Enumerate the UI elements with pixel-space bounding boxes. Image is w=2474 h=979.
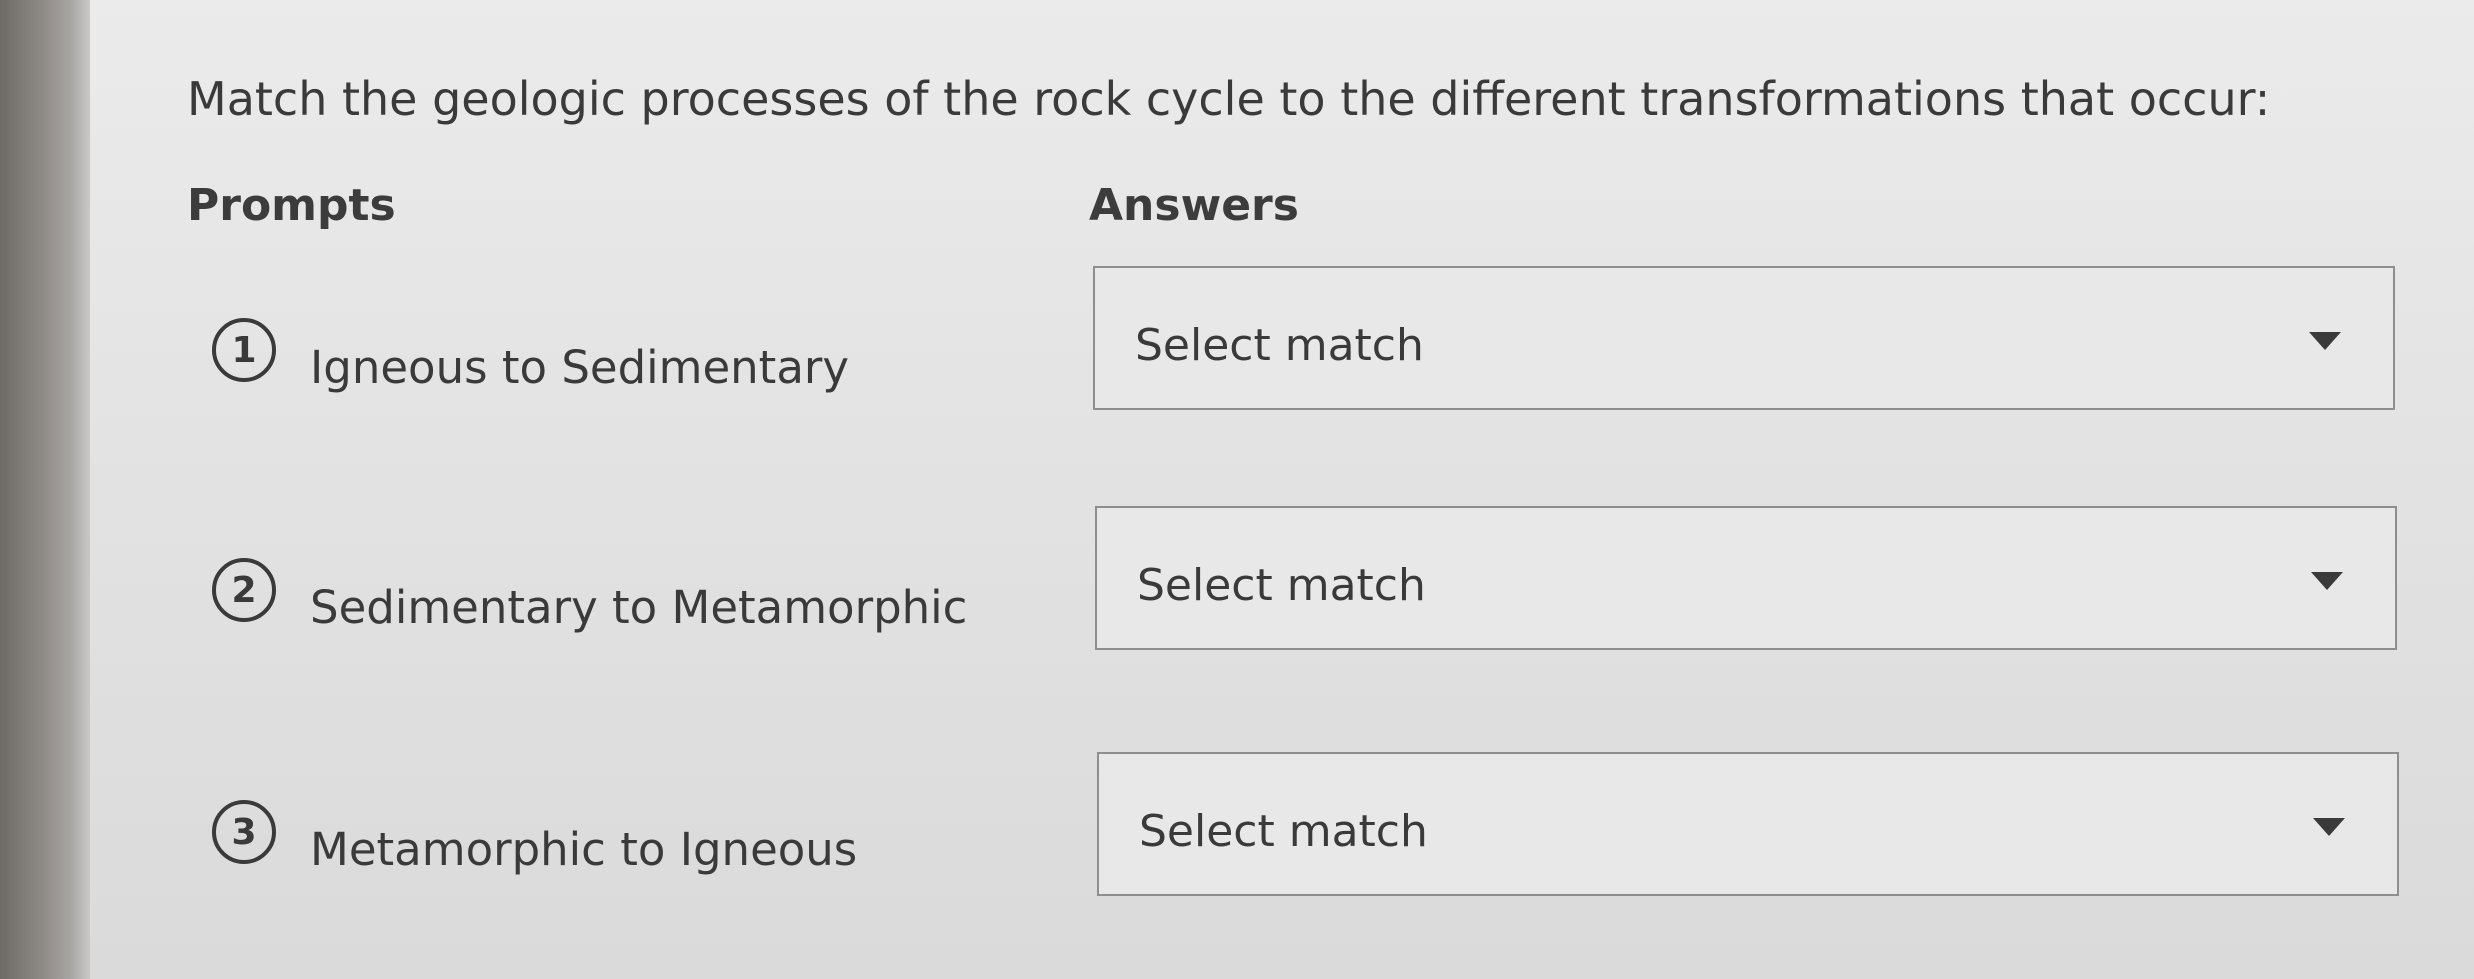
prompt-number-badge: 1 [212,318,276,382]
select-value: Select match [1135,320,1424,371]
caret-down-icon [2309,332,2341,350]
prompt-number-badge: 3 [212,800,276,864]
match-select-1[interactable]: Select match [1093,266,2395,410]
match-select-3[interactable]: Select match [1097,752,2399,896]
prompt-text: Metamorphic to Igneous [310,823,858,876]
prompt-text: Igneous to Sedimentary [310,341,850,394]
left-edge-frame [0,0,90,979]
caret-down-icon [2313,818,2345,836]
prompt-row-3: 3 Metamorphic to Igneous [212,800,857,876]
prompt-row-2: 2 Sedimentary to Metamorphic [212,558,967,634]
prompt-text: Sedimentary to Metamorphic [310,581,968,634]
select-value: Select match [1137,560,1426,611]
question-text: Match the geologic processes of the rock… [187,72,2271,126]
prompt-row-1: 1 Igneous to Sedimentary [212,318,849,394]
select-value: Select match [1139,806,1428,857]
prompts-header: Prompts [187,180,396,231]
caret-down-icon [2311,572,2343,590]
answers-header: Answers [1089,180,1299,231]
match-select-2[interactable]: Select match [1095,506,2397,650]
prompt-number-badge: 2 [212,558,276,622]
